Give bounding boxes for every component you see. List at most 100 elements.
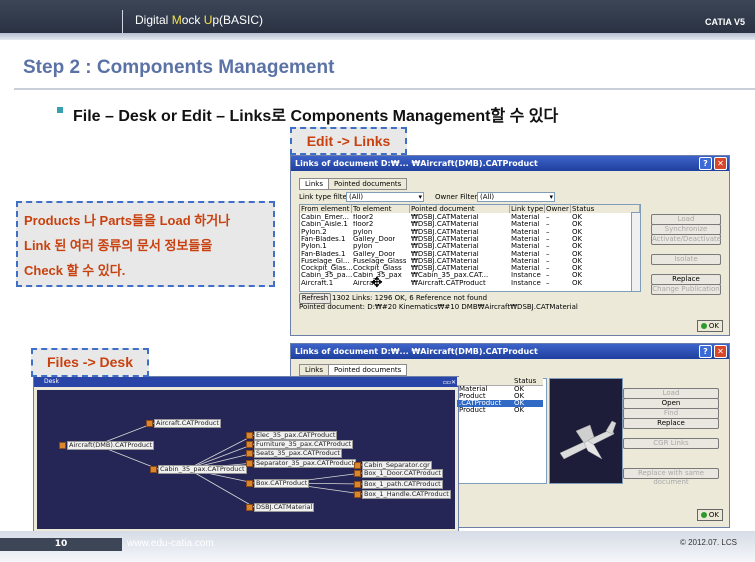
table-cell[interactable]: OK: [572, 229, 582, 236]
table-cell[interactable]: Material: [511, 243, 539, 250]
table-cell[interactable]: Fuselage_Glass: [353, 258, 406, 265]
close-icon[interactable]: ✕: [714, 157, 727, 170]
table-cell[interactable]: Galley_Door: [353, 236, 395, 243]
pointed-list-item[interactable]: Product OK: [457, 407, 543, 414]
table-cell[interactable]: OK: [572, 251, 582, 258]
table-cell[interactable]: ₩DSBJ.CATMaterial: [411, 229, 479, 236]
table-cell[interactable]: Instance: [511, 280, 541, 287]
table-cell[interactable]: ₩DSBJ.CATMaterial: [411, 258, 479, 265]
table-cell[interactable]: –: [546, 236, 550, 243]
tab-links[interactable]: Links: [299, 178, 329, 190]
table-cell[interactable]: –: [546, 229, 550, 236]
table-cell[interactable]: OK: [572, 258, 582, 265]
table-cell[interactable]: –: [546, 251, 550, 258]
table-cell[interactable]: Aircraft.1: [301, 280, 333, 287]
table-cell[interactable]: OK: [572, 214, 582, 221]
desk-node[interactable]: Box_1_Handle.CATProduct: [362, 490, 451, 499]
desk-node[interactable]: Aircraft.CATProduct: [154, 419, 221, 428]
desk-node[interactable]: Box_1_path.CATProduct: [362, 480, 443, 489]
table-cell[interactable]: ₩DSBJ.CATMaterial: [411, 214, 479, 221]
table-cell[interactable]: –: [546, 265, 550, 272]
table-cell[interactable]: Material: [511, 229, 539, 236]
table-cell[interactable]: OK: [572, 265, 582, 272]
table-cell[interactable]: –: [546, 272, 550, 279]
table-cell[interactable]: OK: [572, 243, 582, 250]
table-cell[interactable]: –: [546, 243, 550, 250]
col-pointed-document[interactable]: Pointed document: [410, 205, 510, 213]
table-cell[interactable]: Fan-Blades.1: [301, 236, 346, 243]
col-to-element[interactable]: To element: [352, 205, 410, 213]
table-cell[interactable]: Cabin_Emer...: [301, 214, 349, 221]
desk-tree-canvas[interactable]: Aircraft(DMB).CATProduct Aircraft.CATProd…: [37, 390, 455, 529]
scrollbar[interactable]: [631, 212, 641, 292]
table-cell[interactable]: OK: [572, 280, 582, 287]
col-from-element[interactable]: From element: [300, 205, 352, 213]
links-side-button[interactable]: Activate/Deactivate: [651, 234, 721, 245]
links-table[interactable]: From element To element Pointed document…: [299, 204, 641, 292]
desk-node[interactable]: Elec_35_pax.CATProduct: [254, 431, 338, 440]
table-cell[interactable]: Fuselage_Gl...: [301, 258, 350, 265]
table-cell[interactable]: OK: [572, 272, 582, 279]
tab-links[interactable]: Links: [299, 364, 329, 376]
help-icon[interactable]: ?: [699, 157, 712, 170]
desk-node[interactable]: DSBJ.CATMaterial: [254, 503, 315, 512]
col-owner[interactable]: Owner: [545, 205, 571, 213]
table-cell[interactable]: ₩DSBJ.CATMaterial: [411, 236, 479, 243]
table-cell[interactable]: Material: [511, 214, 539, 221]
table-cell[interactable]: ₩Aircraft.CATProduct: [411, 280, 486, 287]
table-cell[interactable]: Pylon.2: [301, 229, 327, 236]
table-cell[interactable]: ₩DSBJ.CATMaterial: [411, 251, 479, 258]
ok-button[interactable]: OK: [696, 320, 723, 332]
table-cell[interactable]: OK: [572, 236, 582, 243]
table-cell[interactable]: Cabin_35_pa...: [301, 272, 352, 279]
table-cell[interactable]: Material: [511, 251, 539, 258]
table-cell[interactable]: Cockpit_Glas...: [301, 265, 353, 272]
pointed-side-button[interactable]: CGR Links: [623, 438, 719, 449]
table-cell[interactable]: Cockpit_Glass: [353, 265, 402, 272]
table-cell[interactable]: ₩DSBJ.CATMaterial: [411, 221, 479, 228]
col-link-type[interactable]: Link type: [510, 205, 545, 213]
table-cell[interactable]: –: [546, 221, 550, 228]
table-cell[interactable]: Material: [511, 236, 539, 243]
pointed-side-button[interactable]: Replace: [623, 418, 719, 429]
table-cell[interactable]: Instance: [511, 272, 541, 279]
table-cell[interactable]: ₩Cabin_35_pax.CAT...: [411, 272, 488, 279]
help-icon[interactable]: ?: [699, 345, 712, 358]
table-cell[interactable]: floor2: [353, 221, 373, 228]
desk-node[interactable]: Aircraft(DMB).CATProduct: [67, 441, 155, 450]
desk-node[interactable]: Seats_35_pax.CATProduct: [254, 449, 342, 458]
table-cell[interactable]: Material: [511, 221, 539, 228]
table-cell[interactable]: Galley_Door: [353, 251, 395, 258]
window-controls[interactable]: ▫▫✕: [443, 378, 456, 388]
links-side-button[interactable]: Isolate: [651, 254, 721, 265]
desk-node[interactable]: Cabin_35_pax.CATProduct: [158, 465, 247, 474]
table-cell[interactable]: ₩DSBJ.CATMaterial: [411, 243, 479, 250]
desk-node[interactable]: Box_1_Door.CATProduct: [362, 469, 443, 478]
table-cell[interactable]: pylon: [353, 229, 372, 236]
tab-pointed-documents[interactable]: Pointed documents: [328, 364, 408, 376]
ok-button[interactable]: OK: [696, 509, 723, 521]
table-cell[interactable]: ₩DSBJ.CATMaterial: [411, 265, 479, 272]
desk-node[interactable]: Box.CATProduct: [254, 479, 310, 488]
desk-node[interactable]: Separator_35_pax.CATProduct: [254, 459, 357, 468]
table-cell[interactable]: Fan-Blades.1: [301, 251, 346, 258]
table-cell[interactable]: Pylon.1: [301, 243, 327, 250]
col-status[interactable]: Status: [514, 377, 536, 385]
owner-filter-select[interactable]: (All) ▾: [477, 192, 555, 202]
links-side-button[interactable]: Change Publication: [651, 284, 721, 295]
table-cell[interactable]: Cabin_Aisle.1: [301, 221, 348, 228]
tab-pointed-documents[interactable]: Pointed documents: [328, 178, 408, 190]
footer-url[interactable]: www.edu-catia.com: [127, 538, 214, 549]
table-cell[interactable]: Material: [511, 265, 539, 272]
table-cell[interactable]: pylon: [353, 243, 372, 250]
table-cell[interactable]: –: [546, 214, 550, 221]
table-cell[interactable]: floor2: [353, 214, 373, 221]
table-cell[interactable]: –: [546, 280, 550, 287]
table-cell[interactable]: –: [546, 258, 550, 265]
col-status[interactable]: Status: [571, 205, 640, 213]
desk-node[interactable]: Furniture_35_pax.CATProduct: [254, 440, 354, 449]
link-type-filter-select[interactable]: (All) ▾: [346, 192, 424, 202]
table-cell[interactable]: Material: [511, 258, 539, 265]
pointed-side-button[interactable]: Replace with same document: [623, 468, 719, 486]
close-icon[interactable]: ✕: [714, 345, 727, 358]
